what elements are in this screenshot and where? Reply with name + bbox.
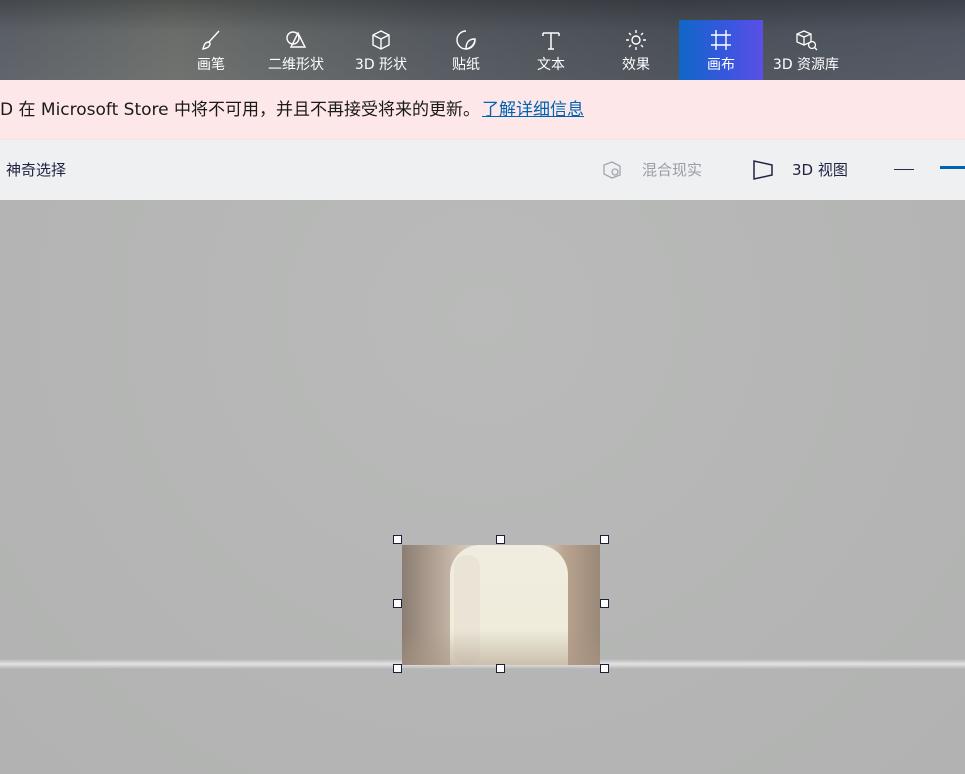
tool-3d-library[interactable]: 3D 资源库 — [764, 20, 848, 80]
resize-handle-right[interactable] — [600, 599, 609, 608]
mixed-reality-icon — [603, 161, 621, 179]
brush-icon — [202, 30, 220, 50]
3d-library-icon — [796, 30, 818, 51]
notice-text: D 在 Microsoft Store 中将不可用，并且不再接受将来的更新。 — [0, 100, 481, 120]
tool-label: 文本 — [537, 57, 565, 73]
3d-view-button[interactable]: 3D 视图 — [792, 160, 848, 180]
magic-select-button[interactable]: 神奇选择 — [6, 160, 66, 180]
tool-label: 画笔 — [197, 57, 225, 73]
tool-label: 3D 形状 — [354, 57, 408, 73]
resize-handle-bottom[interactable] — [496, 664, 505, 673]
tool-label: 效果 — [622, 57, 650, 73]
sticker-icon — [456, 30, 476, 50]
deprecation-notice-banner: D 在 Microsoft Store 中将不可用，并且不再接受将来的更新。 了… — [0, 80, 965, 140]
tool-label: 贴纸 — [452, 57, 480, 73]
mixed-reality-button[interactable]: 混合现实 — [642, 160, 702, 180]
tool-text[interactable]: 文本 — [509, 20, 593, 80]
3d-shapes-icon — [372, 30, 390, 50]
resize-handle-top-right[interactable] — [600, 535, 609, 544]
3d-view-icon — [753, 160, 773, 180]
2d-shapes-icon — [286, 31, 307, 48]
resize-handle-top[interactable] — [496, 535, 505, 544]
learn-more-link[interactable]: 了解详细信息 — [482, 80, 584, 140]
resize-handle-bottom-left[interactable] — [393, 664, 402, 673]
effects-icon — [626, 30, 646, 50]
canvas-workspace[interactable] — [0, 200, 965, 774]
tool-brushes[interactable]: 画笔 — [169, 20, 253, 80]
canvas-image[interactable] — [402, 545, 600, 665]
tool-2d-shapes[interactable]: 二维形状 — [254, 20, 338, 80]
toolbar: 神奇选择 混合现实 3D 视图 — [0, 140, 965, 200]
tool-label: 二维形状 — [268, 57, 324, 73]
tool-3d-shapes[interactable]: 3D 形状 — [339, 20, 423, 80]
zoom-out-icon[interactable] — [894, 169, 914, 170]
zoom-slider[interactable] — [940, 166, 965, 169]
text-icon — [542, 32, 560, 50]
tool-stickers[interactable]: 贴纸 — [424, 20, 508, 80]
tool-label: 3D 资源库 — [772, 57, 840, 73]
canvas-icon — [711, 30, 731, 50]
tool-canvas[interactable]: 画布 — [679, 20, 763, 80]
resize-handle-left[interactable] — [393, 599, 402, 608]
resize-handle-top-left[interactable] — [393, 535, 402, 544]
ribbon: 画笔 二维形状 3D 形状 贴纸 文本 效果 画布 3D 资源库 — [0, 0, 965, 80]
tool-effects[interactable]: 效果 — [594, 20, 678, 80]
resize-handle-bottom-right[interactable] — [600, 664, 609, 673]
tool-label: 画布 — [707, 57, 735, 73]
image-floor — [402, 630, 600, 665]
